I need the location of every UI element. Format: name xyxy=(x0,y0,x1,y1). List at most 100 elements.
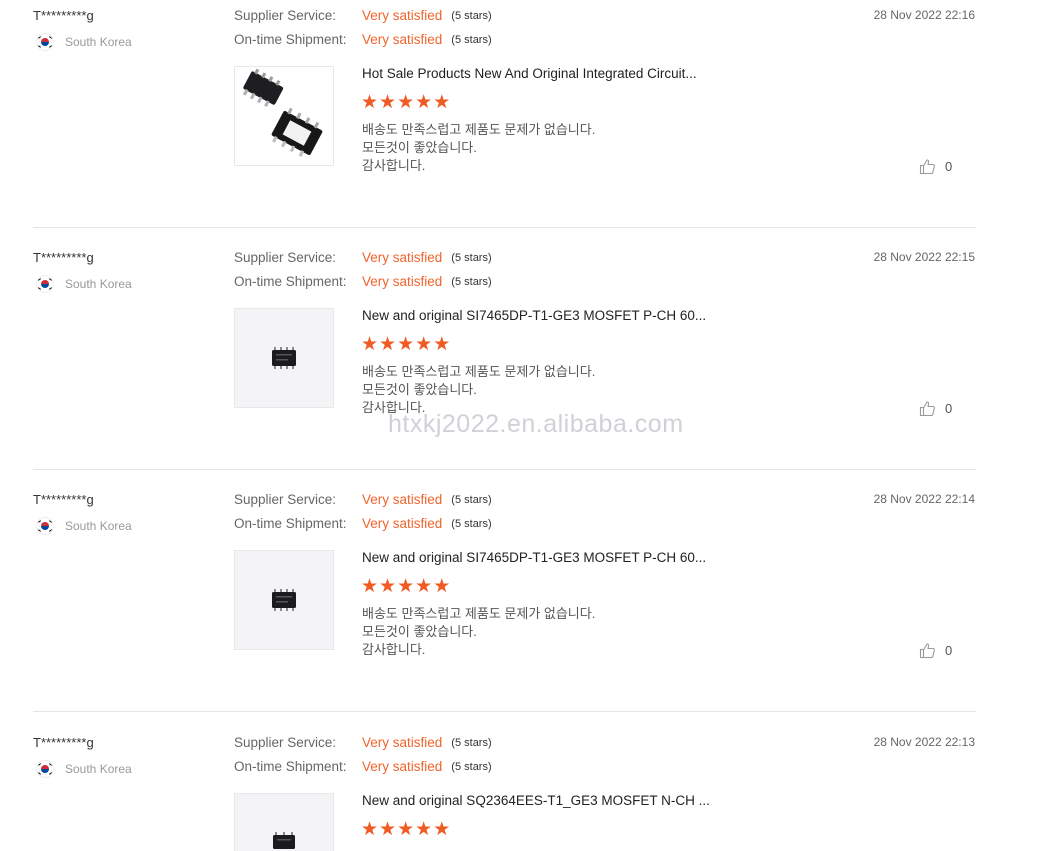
star-icon: ★ xyxy=(361,92,379,113)
shipment-rating: On-time Shipment: Very satisfied (5 star… xyxy=(234,32,492,47)
product-title-link[interactable]: Hot Sale Products New And Original Integ… xyxy=(362,66,697,81)
product-thumbnail[interactable] xyxy=(234,308,334,408)
small-chip-image xyxy=(273,832,295,849)
shipment-stars: (5 stars) xyxy=(451,275,492,288)
star-icon: ★ xyxy=(415,92,433,113)
shipment-label: On-time Shipment: xyxy=(234,516,347,531)
supplier-service-value: Very satisfied xyxy=(362,735,443,750)
reviewer-name: T*********g xyxy=(33,8,94,23)
south-korea-flag-icon xyxy=(37,276,53,292)
review-item: T*********g South Korea Supplier Service… xyxy=(0,727,1062,851)
star-icon: ★ xyxy=(361,576,379,597)
product-rating-stars: ★ ★ ★ ★ ★ xyxy=(361,820,451,839)
reviewer-country: South Korea xyxy=(37,761,132,777)
thumbs-up-icon xyxy=(919,159,935,175)
review-divider xyxy=(33,469,976,470)
product-rating-stars: ★ ★ ★ ★ ★ xyxy=(361,577,451,596)
country-name: South Korea xyxy=(65,519,132,533)
like-button[interactable]: 0 xyxy=(919,642,952,659)
supplier-service-value: Very satisfied xyxy=(362,492,443,507)
south-korea-flag-icon xyxy=(37,761,53,777)
star-icon: ★ xyxy=(433,819,451,840)
shipment-stars: (5 stars) xyxy=(451,33,492,46)
msop-chip-image xyxy=(242,68,323,157)
product-rating-stars: ★ ★ ★ ★ ★ xyxy=(361,93,451,112)
product-thumbnail[interactable] xyxy=(234,793,334,851)
shipment-stars: (5 stars) xyxy=(451,760,492,773)
review-text-line: 감사합니다. xyxy=(362,400,426,415)
review-text: 배송도 만족스럽고 제품도 문제가 없습니다. 모든것이 좋았습니다. 감사합니… xyxy=(362,605,595,659)
star-icon: ★ xyxy=(415,576,433,597)
shipment-value: Very satisfied xyxy=(362,32,443,47)
like-count: 0 xyxy=(945,159,953,174)
review-item: T*********g South Korea Supplier Service… xyxy=(0,242,1062,484)
supplier-service-rating: Supplier Service: Very satisfied (5 star… xyxy=(234,250,492,265)
reviewer-country: South Korea xyxy=(37,518,132,534)
shipment-label: On-time Shipment: xyxy=(234,759,347,774)
review-date: 28 Nov 2022 22:16 xyxy=(873,8,975,22)
shipment-rating: On-time Shipment: Very satisfied (5 star… xyxy=(234,274,492,289)
star-icon: ★ xyxy=(397,334,415,355)
like-button[interactable]: 0 xyxy=(919,400,952,417)
product-title-link[interactable]: New and original SQ2364EES-T1_GE3 MOSFET… xyxy=(362,793,710,808)
star-icon: ★ xyxy=(379,576,397,597)
star-icon: ★ xyxy=(433,334,451,355)
south-korea-flag-icon xyxy=(37,518,53,534)
shipment-value: Very satisfied xyxy=(362,274,443,289)
review-text-line: 모든것이 좋았습니다. xyxy=(362,382,477,397)
south-korea-flag-icon xyxy=(37,34,53,50)
review-text-line: 감사합니다. xyxy=(362,158,426,173)
star-icon: ★ xyxy=(361,819,379,840)
supplier-service-rating: Supplier Service: Very satisfied (5 star… xyxy=(234,492,492,507)
supplier-service-label: Supplier Service: xyxy=(234,8,337,23)
star-icon: ★ xyxy=(397,819,415,840)
supplier-service-label: Supplier Service: xyxy=(234,492,337,507)
star-icon: ★ xyxy=(379,819,397,840)
review-date: 28 Nov 2022 22:15 xyxy=(873,250,975,264)
supplier-service-stars: (5 stars) xyxy=(451,493,492,506)
reviewer-name: T*********g xyxy=(33,735,94,750)
small-chip-image xyxy=(272,589,296,611)
country-name: South Korea xyxy=(65,762,132,776)
review-date: 28 Nov 2022 22:14 xyxy=(873,492,975,506)
shipment-label: On-time Shipment: xyxy=(234,32,347,47)
review-text: 배송도 만족스럽고 제품도 문제가 없습니다. 모든것이 좋았습니다. 감사합니… xyxy=(362,363,595,417)
star-icon: ★ xyxy=(379,334,397,355)
star-icon: ★ xyxy=(397,576,415,597)
product-title-link[interactable]: New and original SI7465DP-T1-GE3 MOSFET … xyxy=(362,550,706,565)
supplier-service-value: Very satisfied xyxy=(362,250,443,265)
review-divider xyxy=(33,227,976,228)
supplier-service-rating: Supplier Service: Very satisfied (5 star… xyxy=(234,8,492,23)
supplier-service-stars: (5 stars) xyxy=(451,251,492,264)
thumbs-up-icon xyxy=(919,401,935,417)
review-text-line: 모든것이 좋았습니다. xyxy=(362,624,477,639)
reviewer-name: T*********g xyxy=(33,250,94,265)
supplier-service-label: Supplier Service: xyxy=(234,250,337,265)
review-item: T*********g South Korea Supplier Service… xyxy=(0,484,1062,726)
product-title-link[interactable]: New and original SI7465DP-T1-GE3 MOSFET … xyxy=(362,308,706,323)
review-date: 28 Nov 2022 22:13 xyxy=(873,735,975,749)
product-thumbnail[interactable] xyxy=(234,550,334,650)
small-chip-image xyxy=(272,347,296,369)
review-text-line: 배송도 만족스럽고 제품도 문제가 없습니다. xyxy=(362,364,596,379)
shipment-rating: On-time Shipment: Very satisfied (5 star… xyxy=(234,759,492,774)
review-divider xyxy=(33,711,976,712)
reviewer-country: South Korea xyxy=(37,34,132,50)
review-text-line: 배송도 만족스럽고 제품도 문제가 없습니다. xyxy=(362,606,596,621)
star-icon: ★ xyxy=(415,819,433,840)
thumbs-up-icon xyxy=(919,643,935,659)
reviewer-name: T*********g xyxy=(33,492,94,507)
shipment-rating: On-time Shipment: Very satisfied (5 star… xyxy=(234,516,492,531)
country-name: South Korea xyxy=(65,35,132,49)
star-icon: ★ xyxy=(433,92,451,113)
review-text-line: 감사합니다. xyxy=(362,642,426,657)
star-icon: ★ xyxy=(433,576,451,597)
star-icon: ★ xyxy=(361,334,379,355)
shipment-stars: (5 stars) xyxy=(451,517,492,530)
product-thumbnail[interactable] xyxy=(234,66,334,166)
like-button[interactable]: 0 xyxy=(919,158,952,175)
review-text-line: 모든것이 좋았습니다. xyxy=(362,140,477,155)
shipment-value: Very satisfied xyxy=(362,759,443,774)
star-icon: ★ xyxy=(397,92,415,113)
supplier-service-label: Supplier Service: xyxy=(234,735,337,750)
